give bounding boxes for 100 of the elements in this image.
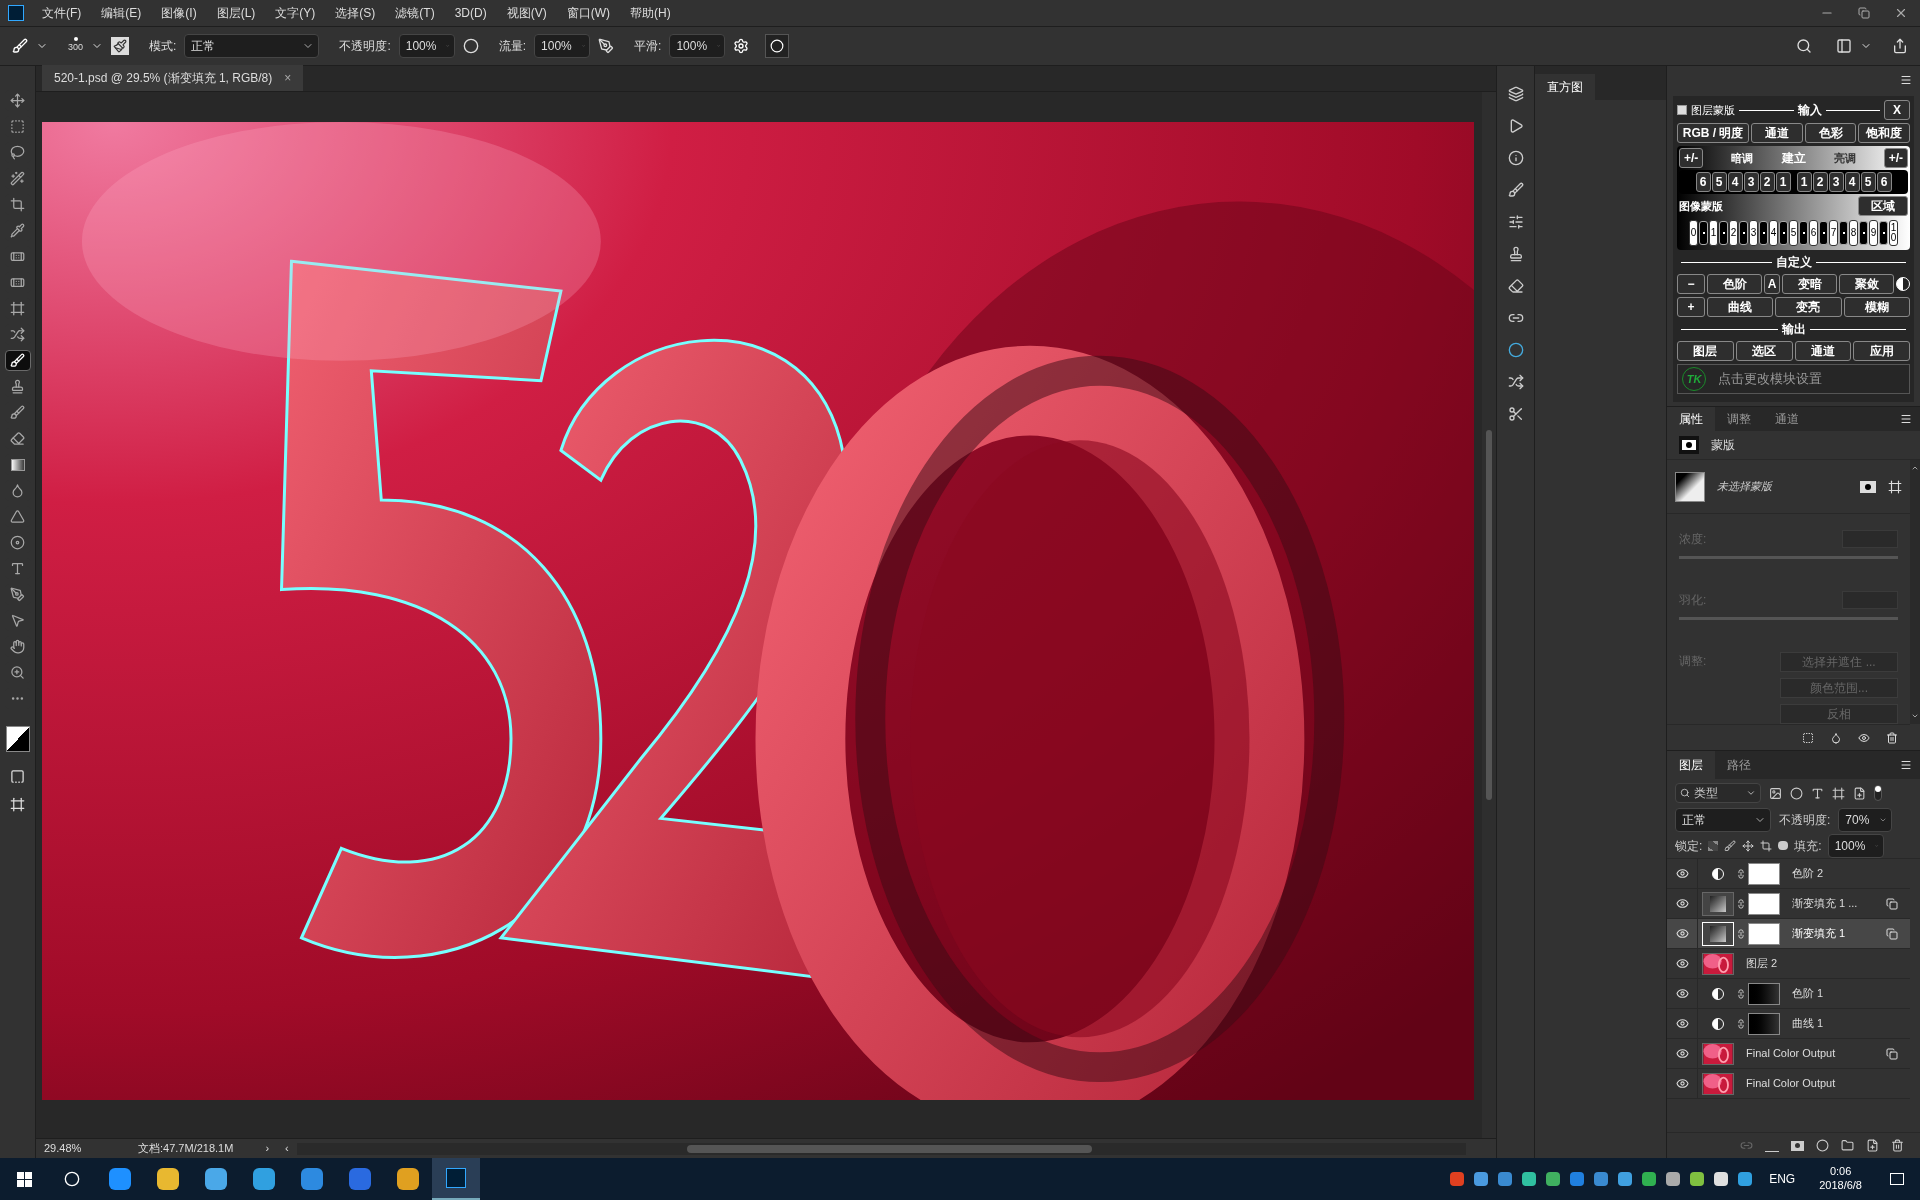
input-button[interactable]: RGB / 明度 bbox=[1677, 123, 1750, 143]
step-button[interactable]: 3 bbox=[1828, 172, 1844, 192]
shuffle-icon[interactable] bbox=[1507, 374, 1524, 390]
brush-icon[interactable] bbox=[12, 38, 28, 54]
lock-brush-icon[interactable] bbox=[1724, 839, 1737, 852]
blur-button[interactable]: 模糊 bbox=[1843, 297, 1910, 317]
chain-icon[interactable] bbox=[1736, 868, 1746, 879]
layer-row[interactable]: 色阶 2 bbox=[1667, 859, 1910, 889]
menu-item[interactable]: 滤镜(T) bbox=[385, 4, 445, 22]
tray-icon[interactable] bbox=[1474, 1172, 1489, 1186]
level-key[interactable]: 10 bbox=[1889, 220, 1898, 246]
brush-icon[interactable] bbox=[4, 350, 31, 371]
menu-item[interactable]: 窗口(W) bbox=[556, 4, 620, 22]
scroll-left-arrow[interactable]: ‹ bbox=[277, 1140, 297, 1157]
level-key[interactable]: 8 bbox=[1849, 220, 1858, 246]
horizontal-scrollbar[interactable] bbox=[296, 1142, 1466, 1155]
input-button[interactable]: 色彩 bbox=[1804, 123, 1857, 143]
level-key-dark[interactable] bbox=[1799, 221, 1808, 245]
quick-mask-icon[interactable] bbox=[10, 769, 25, 784]
menu-item[interactable]: 文字(Y) bbox=[265, 4, 326, 22]
eye-icon[interactable] bbox=[1675, 897, 1689, 910]
language-indicator[interactable]: ENG bbox=[1769, 1170, 1796, 1188]
level-key[interactable]: 1 bbox=[1709, 220, 1718, 246]
eye-icon[interactable] bbox=[1675, 867, 1689, 880]
document-tab[interactable]: 520-1.psd @ 29.5% (渐变填充 1, RGB/8) × bbox=[42, 65, 304, 91]
layer-row[interactable]: 曲线 1 bbox=[1667, 1009, 1910, 1039]
zone-button[interactable]: 区域 bbox=[1858, 196, 1908, 216]
layer-row[interactable]: 图层 2 bbox=[1667, 949, 1910, 979]
level-key-dark[interactable] bbox=[1719, 221, 1728, 245]
step-button[interactable]: 5 bbox=[1860, 172, 1876, 192]
output-button[interactable]: 应用 bbox=[1853, 341, 1910, 361]
fill-field[interactable]: 100% bbox=[1827, 833, 1884, 858]
smoothing-field[interactable]: 100% bbox=[669, 34, 726, 58]
type-filter-icon[interactable] bbox=[1811, 786, 1824, 800]
search-icon[interactable] bbox=[64, 1171, 80, 1187]
level-key-dark[interactable] bbox=[1779, 221, 1788, 245]
color-swatch-icon[interactable] bbox=[5, 726, 30, 752]
eye-icon[interactable] bbox=[1858, 731, 1870, 744]
lock-transparency-icon[interactable] bbox=[1708, 840, 1719, 851]
vertical-scrollbar[interactable] bbox=[1482, 92, 1496, 1138]
layers-icon[interactable] bbox=[1507, 86, 1524, 102]
layer-filter-dropdown[interactable]: 类型 bbox=[1675, 783, 1761, 803]
level-key[interactable]: 7 bbox=[1829, 220, 1838, 246]
panel-tab[interactable]: 路径 bbox=[1715, 751, 1763, 779]
opacity-field[interactable]: 100% bbox=[398, 34, 455, 58]
plus-minus-button[interactable]: +/- bbox=[1679, 148, 1704, 168]
chain-icon[interactable] bbox=[1736, 1018, 1746, 1029]
tray-icon[interactable] bbox=[1546, 1172, 1561, 1186]
step-button[interactable]: 1 bbox=[1796, 172, 1812, 192]
panel-tab[interactable]: 通道 bbox=[1763, 407, 1811, 431]
stamp-icon[interactable] bbox=[1507, 246, 1524, 262]
panel-menu-icon[interactable] bbox=[1900, 412, 1912, 425]
module-settings-button[interactable]: TK 点击更改模块设置 bbox=[1677, 364, 1910, 394]
scroll-down-icon[interactable] bbox=[1911, 712, 1919, 720]
tray-icon[interactable] bbox=[1666, 1172, 1681, 1186]
flow-field[interactable]: 100% bbox=[534, 34, 591, 58]
status-menu-arrow[interactable]: › bbox=[257, 1140, 278, 1157]
levels-button[interactable]: 色阶 bbox=[1707, 274, 1762, 294]
eye-icon[interactable] bbox=[1675, 957, 1689, 970]
histogram-tab[interactable]: 直方图 bbox=[1535, 74, 1595, 100]
sliders-icon[interactable] bbox=[1507, 214, 1524, 230]
output-button[interactable]: 图层 bbox=[1677, 341, 1734, 361]
add-mask-icon[interactable] bbox=[1791, 1140, 1804, 1151]
layer-opacity-field[interactable]: 70% bbox=[1838, 808, 1893, 832]
level-key[interactable]: 9 bbox=[1869, 220, 1878, 246]
level-key-dark[interactable] bbox=[1699, 221, 1708, 245]
share-icon[interactable] bbox=[1892, 38, 1908, 54]
panel-tab[interactable]: 属性 bbox=[1667, 407, 1715, 431]
shape-filter-icon[interactable] bbox=[1832, 786, 1845, 800]
adjustment-layer-icon[interactable] bbox=[1816, 1139, 1829, 1152]
panel-tab[interactable]: 图层 bbox=[1667, 751, 1715, 779]
chain-icon[interactable] bbox=[1736, 928, 1746, 939]
scissors-icon[interactable] bbox=[1507, 406, 1524, 422]
level-key[interactable]: 3 bbox=[1749, 220, 1758, 246]
level-key-dark[interactable] bbox=[1759, 221, 1768, 245]
blend-mode-dropdown[interactable]: 正常 bbox=[1675, 808, 1771, 832]
tray-icon[interactable] bbox=[1738, 1172, 1753, 1186]
menu-item[interactable]: 帮助(H) bbox=[620, 4, 681, 22]
pixel-mask-icon[interactable] bbox=[1860, 480, 1876, 493]
tab-close-button[interactable]: × bbox=[284, 69, 292, 87]
image-filter-icon[interactable] bbox=[1769, 786, 1782, 800]
trash-icon[interactable] bbox=[1891, 1139, 1904, 1152]
info-icon[interactable] bbox=[1507, 150, 1524, 166]
layer-row[interactable]: 色阶 1 bbox=[1667, 979, 1910, 1009]
layer-row[interactable]: Final Color Output bbox=[1667, 1069, 1910, 1099]
curves-button[interactable]: 曲线 bbox=[1707, 297, 1774, 317]
chain-icon[interactable] bbox=[1736, 988, 1746, 999]
level-key[interactable]: 2 bbox=[1729, 220, 1738, 246]
layer-row[interactable]: 渐变填充 1 bbox=[1667, 919, 1910, 949]
mask-checkbox[interactable] bbox=[1677, 105, 1687, 115]
level-key[interactable]: 6 bbox=[1809, 220, 1818, 246]
brush-icon[interactable] bbox=[1507, 182, 1524, 198]
step-button[interactable]: 5 bbox=[1711, 172, 1727, 192]
brush-panel-icon[interactable] bbox=[111, 37, 130, 55]
folder-icon[interactable] bbox=[1841, 1139, 1854, 1152]
auto-button[interactable]: A bbox=[1764, 274, 1780, 294]
search-icon[interactable] bbox=[1796, 38, 1812, 54]
chain-icon[interactable] bbox=[1736, 898, 1746, 909]
close-icon[interactable] bbox=[1894, 6, 1908, 20]
tray-icon[interactable] bbox=[1642, 1172, 1657, 1186]
